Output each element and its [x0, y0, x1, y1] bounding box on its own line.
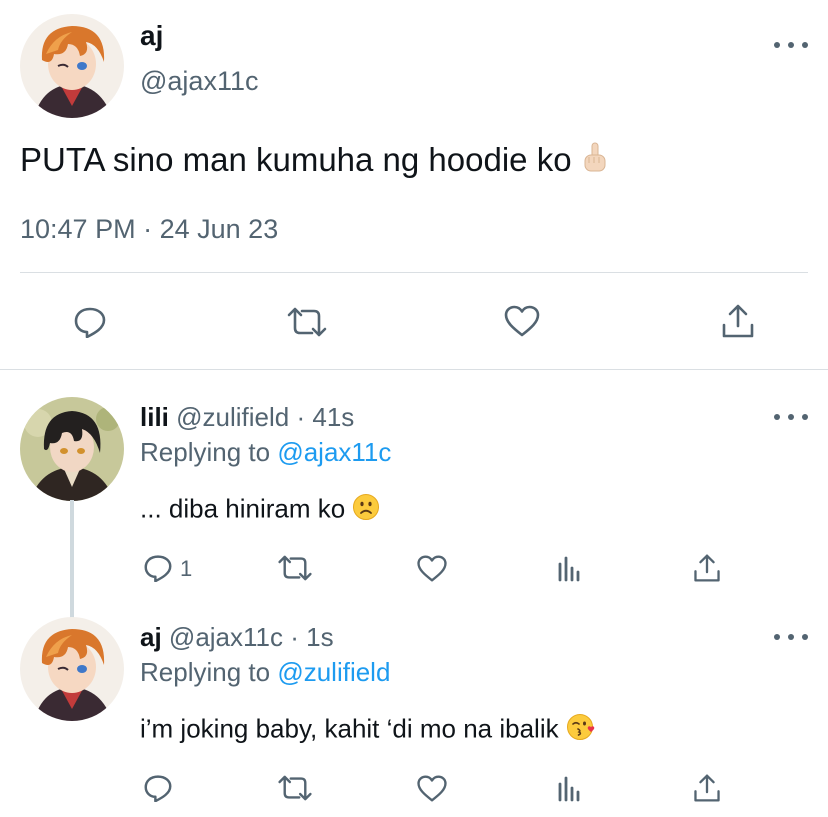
- tweet-date: 24 Jun 23: [159, 214, 279, 244]
- meta-separator: ·: [143, 214, 153, 244]
- retweet-icon[interactable]: [285, 305, 329, 339]
- reply-age: 1s: [306, 622, 334, 652]
- retweet-icon[interactable]: [276, 553, 314, 583]
- divider: [20, 272, 808, 273]
- reply-count: 1: [180, 556, 193, 581]
- reply-icon[interactable]: [142, 553, 174, 583]
- middle-finger-emoji-icon: [581, 141, 609, 183]
- replying-prefix: Replying to: [140, 657, 271, 687]
- tweet-text: PUTA sino man kumuha ng hoodie ko: [20, 141, 609, 183]
- reply-separator: ·: [290, 622, 299, 652]
- share-icon[interactable]: [692, 772, 722, 804]
- reply-age: 41s: [312, 402, 355, 432]
- reply-separator: ·: [296, 402, 306, 432]
- tweet-time: 10:47 PM: [20, 214, 136, 244]
- like-icon[interactable]: [415, 553, 449, 583]
- share-icon[interactable]: [720, 302, 756, 340]
- reply-author-handle: @zulifield: [176, 402, 290, 432]
- reply-icon[interactable]: [142, 773, 174, 803]
- replying-prefix: Replying to: [140, 437, 271, 467]
- reply-author-name: aj: [140, 622, 162, 652]
- author-handle[interactable]: @ajax11c: [140, 66, 258, 97]
- reply-text-content: ... diba hiniram ko: [140, 493, 346, 524]
- slightly-frowning-face-emoji-icon: [352, 493, 380, 528]
- reply-text: ... diba hiniram ko: [140, 493, 380, 528]
- analytics-icon[interactable]: [555, 773, 585, 803]
- replying-to-line: Replying to @zulifield: [140, 657, 390, 688]
- reply-icon[interactable]: [72, 304, 108, 340]
- avatar-aj[interactable]: [20, 617, 124, 721]
- author-name[interactable]: aj: [140, 20, 163, 52]
- reply-text: i’m joking baby, kahit ‘di mo na ibalik: [140, 713, 596, 748]
- divider: [0, 369, 828, 370]
- more-options-icon[interactable]: [774, 630, 808, 644]
- thread-connector: [70, 500, 74, 618]
- tweet-timestamp[interactable]: 10:47 PM · 24 Jun 23: [20, 214, 278, 245]
- replying-to-line: Replying to @ajax11c: [140, 437, 391, 468]
- reply-author-name: lili: [140, 402, 169, 432]
- avatar-aj[interactable]: [20, 14, 124, 118]
- like-icon[interactable]: [502, 303, 542, 339]
- face-blowing-kiss-emoji-icon: [566, 713, 596, 748]
- reply-text-content: i’m joking baby, kahit ‘di mo na ibalik: [140, 713, 559, 744]
- like-icon[interactable]: [415, 773, 449, 803]
- more-options-icon[interactable]: [774, 38, 808, 52]
- tweet-text-content: PUTA sino man kumuha ng hoodie ko: [20, 141, 572, 178]
- replying-to-link[interactable]: @zulifield: [277, 657, 390, 687]
- reply-header[interactable]: lili @zulifield · 41s: [140, 402, 354, 433]
- share-icon[interactable]: [692, 552, 722, 584]
- avatar-lili[interactable]: [20, 397, 124, 501]
- replying-to-link[interactable]: @ajax11c: [277, 437, 391, 467]
- retweet-icon[interactable]: [276, 773, 314, 803]
- more-options-icon[interactable]: [774, 410, 808, 424]
- reply-header[interactable]: aj @ajax11c · 1s: [140, 622, 334, 653]
- analytics-icon[interactable]: [555, 553, 585, 583]
- reply-author-handle: @ajax11c: [168, 622, 284, 652]
